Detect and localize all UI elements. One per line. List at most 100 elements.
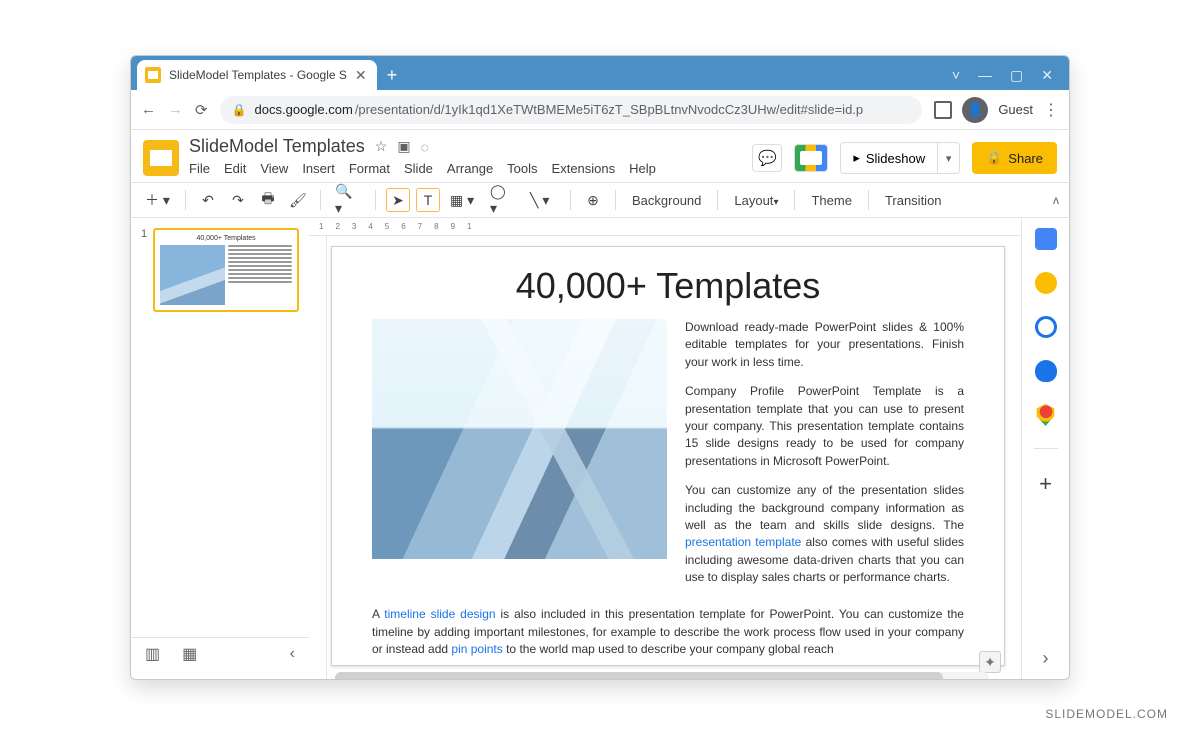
line-tool[interactable]: ╲ ▾ bbox=[526, 188, 560, 212]
meet-button[interactable] bbox=[794, 144, 828, 172]
collapse-toolbar-button[interactable]: ʌ bbox=[1053, 193, 1059, 207]
close-window-button[interactable]: ✕ bbox=[1041, 67, 1053, 84]
canvas-area: 1234567891 40,000+ Templates Download re… bbox=[309, 218, 1021, 679]
link-timeline[interactable]: timeline slide design bbox=[384, 607, 495, 621]
explore-button[interactable]: ✦ bbox=[979, 651, 1001, 673]
comments-button[interactable]: 💬 bbox=[752, 144, 782, 172]
select-tool[interactable]: ➤ bbox=[386, 188, 410, 212]
tab-title: SlideModel Templates - Google S bbox=[169, 68, 347, 82]
url-domain: docs.google.com bbox=[255, 102, 353, 117]
redo-button[interactable]: ↷ bbox=[226, 188, 250, 212]
slide-thumbnail[interactable]: 40,000+ Templates bbox=[153, 228, 299, 312]
layout-button[interactable]: Layout▾ bbox=[728, 193, 784, 208]
slide-p2: Company Profile PowerPoint Template is a… bbox=[685, 383, 964, 470]
slide-number: 1 bbox=[141, 228, 147, 312]
slide-p1: Download ready-made PowerPoint slides & … bbox=[685, 319, 964, 371]
grid-view-icon[interactable]: ▦ bbox=[182, 644, 197, 664]
vertical-ruler bbox=[309, 236, 327, 679]
filmstrip-panel: 1 40,000+ Templates ▥ ▦ ‹ bbox=[131, 218, 309, 679]
maps-icon[interactable] bbox=[1035, 404, 1057, 426]
share-button[interactable]: 🔒 Share bbox=[972, 142, 1057, 174]
zoom-button[interactable]: 🔍 ▾ bbox=[331, 188, 365, 212]
tasks-icon[interactable] bbox=[1035, 316, 1057, 338]
lock-icon: 🔒 bbox=[986, 150, 1002, 166]
slide-canvas[interactable]: 40,000+ Templates Download ready-made Po… bbox=[331, 246, 1005, 666]
add-on-button[interactable]: + bbox=[1039, 471, 1052, 497]
side-panel: + › bbox=[1021, 218, 1069, 679]
keep-icon[interactable] bbox=[1035, 272, 1057, 294]
menu-insert[interactable]: Insert bbox=[302, 161, 335, 176]
slide-body-text[interactable]: Download ready-made PowerPoint slides & … bbox=[685, 319, 964, 598]
document-title[interactable]: SlideModel Templates bbox=[189, 136, 365, 157]
profile-label: Guest bbox=[998, 102, 1033, 117]
reload-button[interactable]: ⟳ bbox=[195, 101, 208, 119]
link-presentation-template[interactable]: presentation template bbox=[685, 535, 801, 549]
menu-view[interactable]: View bbox=[260, 161, 288, 176]
link-pin-points[interactable]: pin points bbox=[451, 642, 502, 656]
collapse-panel-icon[interactable]: ‹ bbox=[290, 645, 295, 663]
window-controls: ˅ — ▢ ✕ bbox=[952, 67, 1063, 90]
lock-icon: 🔒 bbox=[232, 103, 247, 117]
play-icon: ▸ bbox=[853, 150, 860, 166]
menu-slide[interactable]: Slide bbox=[404, 161, 433, 176]
share-label: Share bbox=[1008, 151, 1043, 166]
horizontal-ruler: 1234567891 bbox=[309, 218, 1021, 236]
slide-p3: You can customize any of the presentatio… bbox=[685, 482, 964, 586]
slide-p4[interactable]: A timeline slide design is also included… bbox=[372, 606, 964, 658]
contacts-icon[interactable] bbox=[1035, 360, 1057, 382]
slide-title[interactable]: 40,000+ Templates bbox=[372, 265, 964, 307]
textbox-tool[interactable]: T bbox=[416, 188, 440, 212]
image-tool[interactable]: ▦ ▾ bbox=[446, 188, 480, 212]
menu-format[interactable]: Format bbox=[349, 161, 390, 176]
horizontal-scrollbar[interactable] bbox=[335, 672, 989, 679]
menu-edit[interactable]: Edit bbox=[224, 161, 246, 176]
profile-avatar-icon[interactable]: 👤 bbox=[962, 97, 988, 123]
shape-tool[interactable]: ◯ ▾ bbox=[486, 188, 520, 212]
comment-tool[interactable]: ⊕ bbox=[581, 188, 605, 212]
minimize-button[interactable]: — bbox=[978, 67, 992, 84]
menu-help[interactable]: Help bbox=[629, 161, 656, 176]
url-input[interactable]: 🔒 docs.google.com /presentation/d/1yIk1q… bbox=[220, 96, 923, 124]
new-tab-button[interactable]: + bbox=[387, 65, 398, 86]
address-bar: ← → ⟳ 🔒 docs.google.com /presentation/d/… bbox=[131, 90, 1069, 130]
paint-format-button[interactable]: 🖌 bbox=[286, 188, 310, 212]
thumb-text-lines bbox=[228, 245, 292, 305]
hide-panel-button[interactable]: › bbox=[1043, 648, 1049, 669]
slides-logo-icon[interactable] bbox=[143, 140, 179, 176]
browser-menu-button[interactable]: ⋮ bbox=[1043, 100, 1059, 120]
menu-bar: File Edit View Insert Format Slide Arran… bbox=[189, 161, 656, 176]
tab-close-icon[interactable]: ✕ bbox=[355, 67, 367, 84]
thumb-title: 40,000+ Templates bbox=[160, 235, 292, 242]
filmstrip-view-icon[interactable]: ▥ bbox=[145, 644, 160, 664]
extensions-icon[interactable] bbox=[934, 101, 952, 119]
browser-window: SlideModel Templates - Google S ✕ + ˅ — … bbox=[130, 55, 1070, 680]
cloud-status-icon[interactable]: ◌ bbox=[421, 139, 429, 155]
star-icon[interactable]: ☆ bbox=[375, 138, 388, 155]
print-button[interactable]: 🖶 bbox=[256, 188, 280, 212]
url-path: /presentation/d/1yIk1qd1XeTWtBMEMe5iT6zT… bbox=[355, 102, 863, 117]
theme-button[interactable]: Theme bbox=[805, 193, 857, 208]
slideshow-button[interactable]: ▸ Slideshow bbox=[841, 143, 937, 173]
menu-arrange[interactable]: Arrange bbox=[447, 161, 493, 176]
slideshow-label: Slideshow bbox=[866, 151, 925, 166]
transition-button[interactable]: Transition bbox=[879, 193, 948, 208]
chevron-down-icon[interactable]: ˅ bbox=[952, 67, 960, 84]
app-header: SlideModel Templates ☆ ▣ ◌ File Edit Vie… bbox=[131, 130, 1069, 176]
filmstrip-footer: ▥ ▦ ‹ bbox=[131, 637, 309, 669]
forward-button[interactable]: → bbox=[168, 101, 183, 118]
calendar-icon[interactable] bbox=[1035, 228, 1057, 250]
back-button[interactable]: ← bbox=[141, 101, 156, 118]
background-button[interactable]: Background bbox=[626, 193, 707, 208]
slideshow-dropdown[interactable]: ▾ bbox=[937, 143, 959, 173]
menu-extensions[interactable]: Extensions bbox=[552, 161, 616, 176]
move-icon[interactable]: ▣ bbox=[397, 138, 410, 155]
slide-image[interactable] bbox=[372, 319, 667, 559]
browser-tab[interactable]: SlideModel Templates - Google S ✕ bbox=[137, 60, 377, 90]
toolbar: ＋ ▾ ↶ ↷ 🖶 🖌 🔍 ▾ ➤ T ▦ ▾ ◯ ▾ ╲ ▾ ⊕ Backgr… bbox=[131, 182, 1069, 218]
menu-tools[interactable]: Tools bbox=[507, 161, 537, 176]
new-slide-button[interactable]: ＋ ▾ bbox=[141, 188, 175, 212]
watermark: SLIDEMODEL.COM bbox=[1045, 707, 1168, 721]
menu-file[interactable]: File bbox=[189, 161, 210, 176]
undo-button[interactable]: ↶ bbox=[196, 188, 220, 212]
maximize-button[interactable]: ▢ bbox=[1010, 67, 1023, 84]
